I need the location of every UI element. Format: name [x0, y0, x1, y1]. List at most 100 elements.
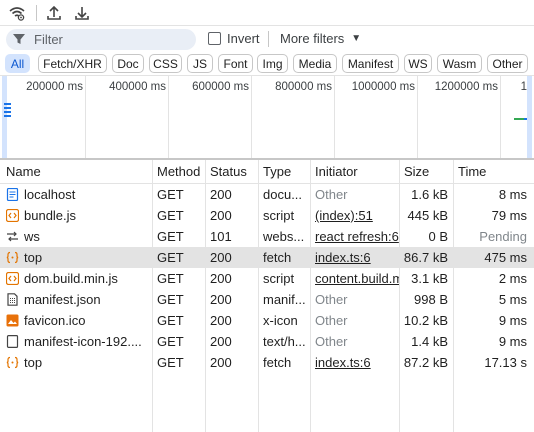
- request-status: 200: [210, 208, 232, 223]
- request-time: 475 ms: [484, 250, 527, 265]
- import-har-icon[interactable]: [43, 2, 65, 24]
- request-name[interactable]: dom.build.min.js: [24, 271, 150, 286]
- request-time: 9 ms: [498, 313, 527, 328]
- request-type: fetch: [263, 355, 292, 370]
- request-name[interactable]: manifest-icon-192....: [24, 334, 150, 349]
- request-method: GET: [157, 229, 184, 244]
- filter-icon: [12, 32, 26, 49]
- chip-js[interactable]: JS: [187, 54, 213, 73]
- request-initiator[interactable]: (index):51: [315, 208, 399, 223]
- toolbar-divider: [36, 5, 37, 21]
- request-type: fetch: [263, 250, 292, 265]
- column-header-type[interactable]: Type: [263, 164, 291, 179]
- script-icon: [5, 271, 20, 286]
- request-size: 445 kB: [407, 208, 448, 223]
- filter-divider: [268, 31, 269, 47]
- request-size: 1.6 kB: [411, 187, 448, 202]
- blank-file-icon: [6, 335, 19, 349]
- overview-tick-label: 200000 ms: [26, 81, 83, 93]
- column-divider[interactable]: [152, 160, 153, 432]
- chip-other[interactable]: Other: [487, 54, 528, 73]
- fetch-icon: [6, 356, 19, 369]
- overview-right-handle[interactable]: [527, 76, 532, 158]
- overview-tick-label: 400000 ms: [109, 81, 166, 93]
- column-header-name[interactable]: Name: [6, 164, 41, 179]
- request-initiator: Other: [315, 187, 348, 202]
- request-size: 3.1 kB: [411, 271, 448, 286]
- fetch-icon: [6, 251, 19, 264]
- column-divider[interactable]: [310, 160, 311, 432]
- network-conditions-icon[interactable]: [6, 2, 28, 24]
- column-divider[interactable]: [205, 160, 206, 432]
- overview-request-bar: [514, 118, 524, 120]
- chip-manifest[interactable]: Manifest: [342, 54, 399, 73]
- column-header-method[interactable]: Method: [157, 164, 200, 179]
- export-har-icon[interactable]: [71, 2, 93, 24]
- chip-all[interactable]: All: [5, 54, 30, 73]
- invert-label: Invert: [227, 31, 260, 46]
- chip-wasm[interactable]: Wasm: [437, 54, 482, 73]
- request-method: GET: [157, 292, 184, 307]
- caret-down-icon: ▼: [351, 33, 362, 44]
- column-header-status[interactable]: Status: [210, 164, 247, 179]
- chip-font[interactable]: Font: [218, 54, 253, 73]
- request-name[interactable]: bundle.js: [24, 208, 150, 223]
- request-name[interactable]: localhost: [24, 187, 150, 202]
- column-header-size[interactable]: Size: [404, 164, 429, 179]
- request-time: 9 ms: [498, 334, 527, 349]
- network-toolbar: [0, 0, 534, 26]
- chip-ws[interactable]: WS: [404, 54, 432, 73]
- chip-doc[interactable]: Doc: [112, 54, 144, 73]
- request-name[interactable]: manifest.json: [24, 292, 150, 307]
- request-initiator: Other: [315, 292, 348, 307]
- request-status: 101: [210, 229, 232, 244]
- request-name[interactable]: top: [24, 355, 150, 370]
- request-type: docu...: [263, 187, 303, 202]
- websocket-icon: [6, 230, 19, 243]
- column-header-initiator[interactable]: Initiator: [315, 164, 358, 179]
- request-name[interactable]: top: [24, 250, 150, 265]
- request-name[interactable]: favicon.ico: [24, 313, 150, 328]
- invert-toggle[interactable]: Invert: [208, 31, 260, 46]
- overview-request-bar: [4, 115, 11, 117]
- request-size: 0 B: [428, 229, 448, 244]
- request-method: GET: [157, 250, 184, 265]
- chip-media[interactable]: Media: [293, 54, 337, 73]
- column-header-time[interactable]: Time: [458, 164, 486, 179]
- column-divider[interactable]: [258, 160, 259, 432]
- manifest-icon: [6, 293, 19, 306]
- overview-tick-label: 1000000 ms: [351, 81, 415, 93]
- overview-tick-label: 600000 ms: [192, 81, 249, 93]
- request-initiator[interactable]: index.ts:6: [315, 250, 399, 265]
- column-divider[interactable]: [399, 160, 400, 432]
- filter-input[interactable]: Filter: [6, 29, 196, 50]
- request-initiator[interactable]: content.build.m: [315, 271, 399, 286]
- resource-type-filters: All Fetch/XHR Doc CSS JS Font Img Media …: [0, 52, 534, 76]
- chip-css[interactable]: CSS: [149, 54, 182, 73]
- overview-tick-label: 1: [520, 81, 527, 93]
- column-divider[interactable]: [453, 160, 454, 432]
- request-size: 10.2 kB: [403, 313, 448, 328]
- request-status: 200: [210, 355, 232, 370]
- request-type: webs...: [263, 229, 305, 244]
- request-time: 17.13 s: [484, 355, 527, 370]
- request-initiator[interactable]: index.ts:6: [315, 355, 399, 370]
- request-status: 200: [210, 292, 232, 307]
- request-method: GET: [157, 355, 184, 370]
- request-initiator: Other: [315, 334, 348, 349]
- invert-checkbox[interactable]: [208, 32, 221, 45]
- request-time: 8 ms: [498, 187, 527, 202]
- timeline-overview[interactable]: 200000 ms 400000 ms 600000 ms 800000 ms …: [0, 76, 534, 158]
- chip-fetch-xhr[interactable]: Fetch/XHR: [38, 54, 107, 73]
- more-filters-dropdown[interactable]: More filters ▼: [280, 31, 361, 46]
- overview-tick-label: 800000 ms: [275, 81, 332, 93]
- request-time: 5 ms: [498, 292, 527, 307]
- request-type: script: [263, 271, 295, 286]
- request-name[interactable]: ws: [24, 229, 150, 244]
- request-type: script: [263, 208, 295, 223]
- chip-img[interactable]: Img: [257, 54, 288, 73]
- request-size: 86.7 kB: [403, 250, 448, 265]
- request-initiator[interactable]: react refresh:6: [315, 229, 399, 244]
- request-status: 200: [210, 250, 232, 265]
- filter-placeholder: Filter: [34, 32, 63, 47]
